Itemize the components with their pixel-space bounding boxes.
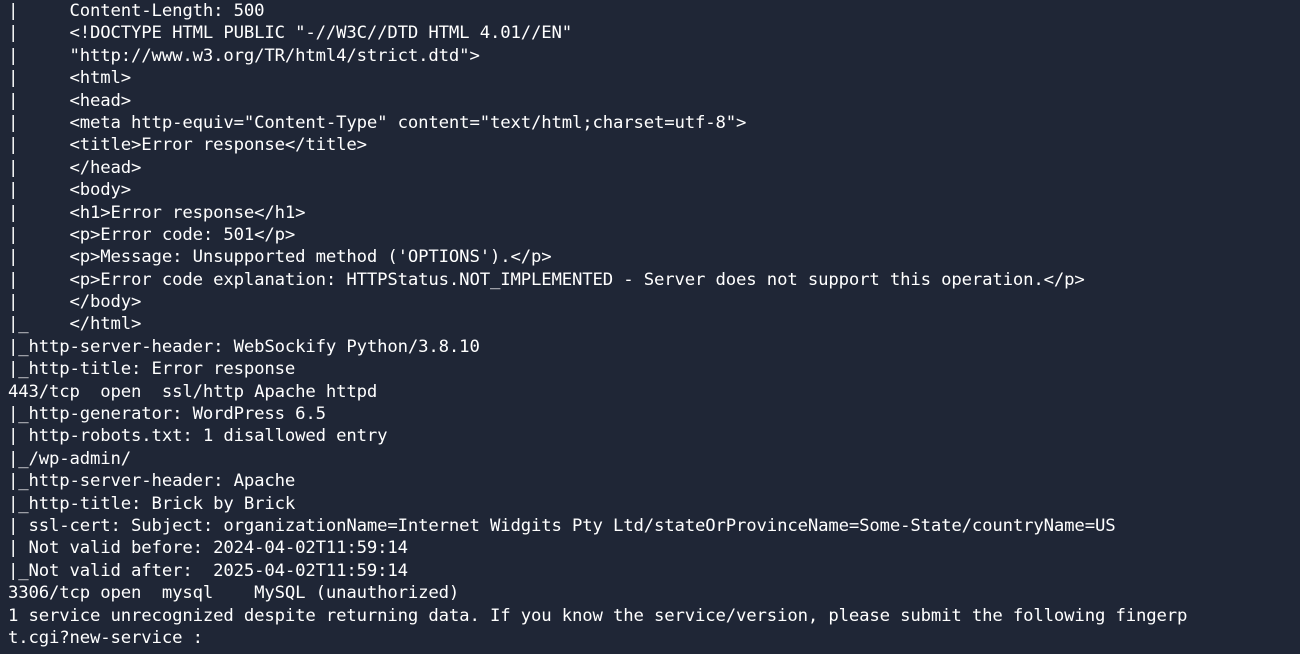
terminal-line: t.cgi?new-service :: [8, 627, 203, 648]
terminal-line: 3306/tcp open mysql MySQL (unauthorized): [8, 583, 460, 604]
terminal-line: | <body>: [8, 180, 132, 201]
terminal-line: | <p>Error code explanation: HTTPStatus.…: [8, 269, 1085, 290]
terminal-line: | <html>: [8, 68, 132, 89]
terminal-line: |_http-title: Brick by Brick: [8, 493, 296, 514]
terminal-line: | Content-Length: 500: [8, 1, 265, 21]
terminal-line: |_http-server-header: Apache: [8, 471, 296, 492]
terminal-line: | <!DOCTYPE HTML PUBLIC "-//W3C//DTD HTM…: [8, 23, 572, 44]
terminal-line: |_http-generator: WordPress 6.5: [8, 404, 326, 425]
terminal-line: | <meta http-equiv="Content-Type" conten…: [8, 112, 747, 133]
terminal-line: 443/tcp open ssl/http Apache httpd: [8, 381, 378, 402]
terminal-line: 1 service unrecognized despite returning…: [8, 605, 1188, 626]
terminal-line: | <h1>Error response</h1>: [8, 202, 306, 223]
terminal-line: |_ </html>: [8, 314, 142, 335]
terminal-line: | <p>Error code: 501</p>: [8, 224, 296, 245]
terminal-line: | </head>: [8, 157, 142, 178]
terminal-line: |_http-server-header: WebSockify Python/…: [8, 336, 480, 357]
terminal-line: |_/wp-admin/: [8, 448, 132, 469]
terminal-line: | ssl-cert: Subject: organizationName=In…: [8, 515, 1116, 536]
terminal-line: | <head>: [8, 90, 132, 111]
terminal-line: | Not valid before: 2024-04-02T11:59:14: [8, 538, 408, 559]
terminal-line: | <p>Message: Unsupported method ('OPTIO…: [8, 247, 552, 268]
terminal-line: | <title>Error response</title>: [8, 135, 367, 156]
terminal-line: | </body>: [8, 292, 142, 313]
terminal-line: |_http-title: Error response: [8, 359, 296, 380]
terminal-line: | "http://www.w3.org/TR/html4/strict.dtd…: [8, 45, 480, 66]
terminal-window[interactable]: | Content-Length: 500 | <!DOCTYPE HTML P…: [0, 0, 1300, 654]
terminal-line: |_Not valid after: 2025-04-02T11:59:14: [8, 560, 408, 581]
terminal-line: | http-robots.txt: 1 disallowed entry: [8, 426, 388, 447]
